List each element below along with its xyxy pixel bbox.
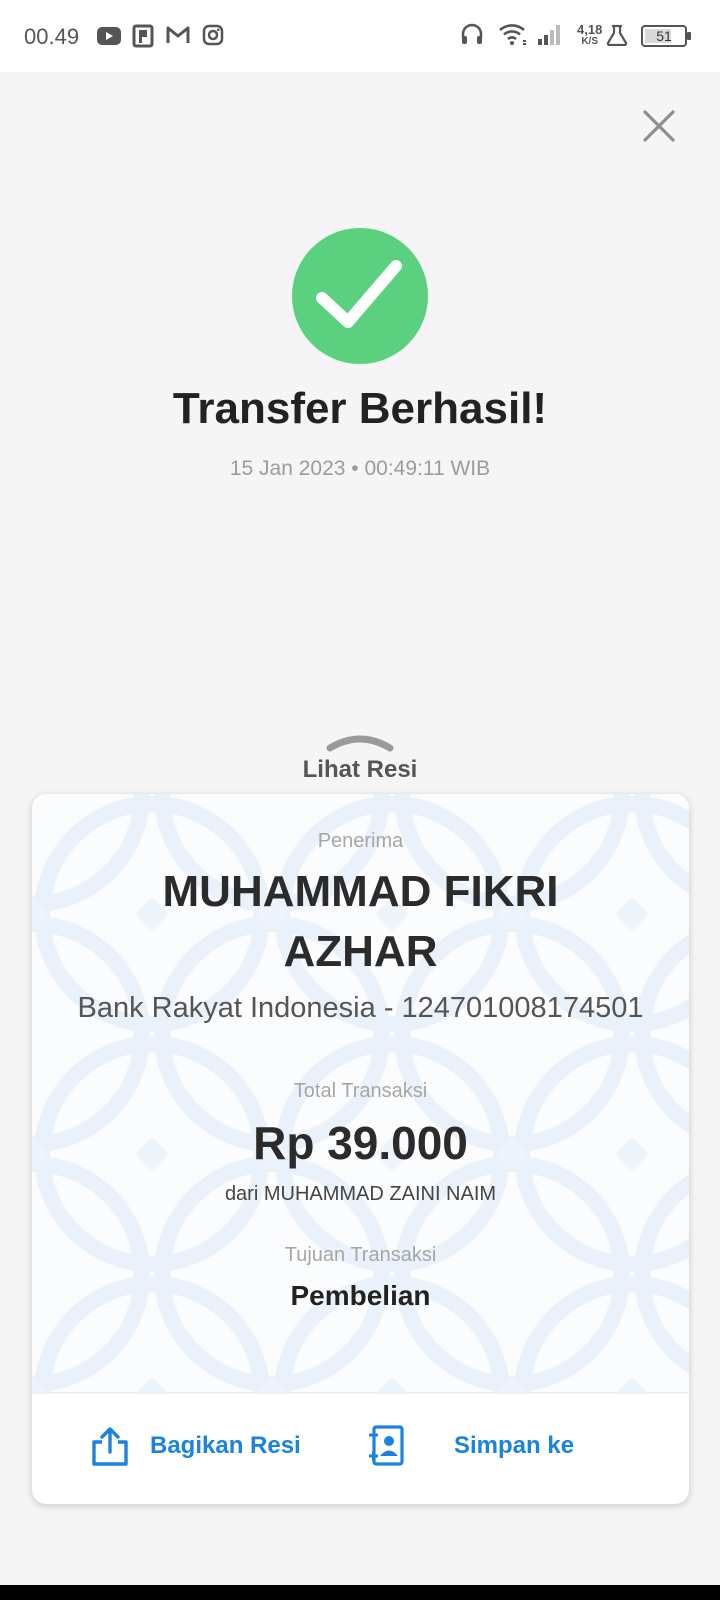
- page-title: Transfer Berhasil!: [172, 384, 548, 433]
- save-to-label: Simpan ke: [454, 1432, 575, 1459]
- transaction-datetime: 15 Jan 2023 • 00:49:11 WIB: [229, 457, 491, 480]
- wifi-icon: [499, 24, 526, 45]
- sender-name: dari MUHAMMAD ZAINI NAIM: [224, 1183, 497, 1205]
- signal-icon: [538, 25, 560, 45]
- total-amount: Rp 39.000: [253, 1117, 468, 1169]
- recipient-label: Penerima: [317, 830, 404, 852]
- app-p-icon: [132, 24, 154, 48]
- recipient-name-line1: MUHAMMAD FIKRI: [162, 867, 559, 916]
- youtube-icon: [97, 27, 121, 45]
- navigation-bar: [0, 1585, 720, 1600]
- net-speed-value: 4,18: [577, 22, 603, 37]
- success-badge: [292, 228, 428, 364]
- recipient-name-line2: AZHAR: [283, 927, 438, 976]
- recipient-bank-account: Bank Rakyat Indonesia - 124701008174501: [77, 992, 644, 1024]
- close-icon[interactable]: [641, 108, 677, 144]
- net-speed-unit: K/S: [581, 36, 598, 47]
- share-receipt-label: Bagikan Resi: [150, 1432, 301, 1459]
- share-receipt-button[interactable]: Bagikan Resi: [90, 1422, 330, 1470]
- battery-level: 51: [656, 28, 672, 44]
- purpose-label: Tujuan Transaksi: [284, 1244, 437, 1266]
- checkmark-icon: [316, 260, 402, 328]
- status-bar: 00.49 4,18 K/S 51: [0, 0, 720, 72]
- instagram-icon: [202, 24, 224, 46]
- card-divider: [32, 1392, 689, 1393]
- contact-book-icon: [369, 1425, 404, 1466]
- battery-icon: 51: [641, 25, 691, 47]
- chevron-up-icon[interactable]: [324, 734, 396, 752]
- share-icon: [92, 1427, 128, 1466]
- total-label: Total Transaksi: [293, 1080, 428, 1102]
- headset-icon: [461, 23, 483, 44]
- receipt-card: Penerima MUHAMMAD FIKRI AZHAR Bank Rakya…: [32, 794, 689, 1504]
- save-to-button[interactable]: Simpan ke: [366, 1422, 606, 1470]
- status-time: 00.49: [24, 24, 80, 49]
- gmail-icon: [166, 26, 190, 43]
- purpose-value: Pembelian: [290, 1280, 431, 1311]
- net-speed: 4,18 K/S: [577, 22, 603, 48]
- flask-icon: [606, 24, 628, 46]
- view-receipt-toggle[interactable]: Lihat Resi: [0, 756, 720, 784]
